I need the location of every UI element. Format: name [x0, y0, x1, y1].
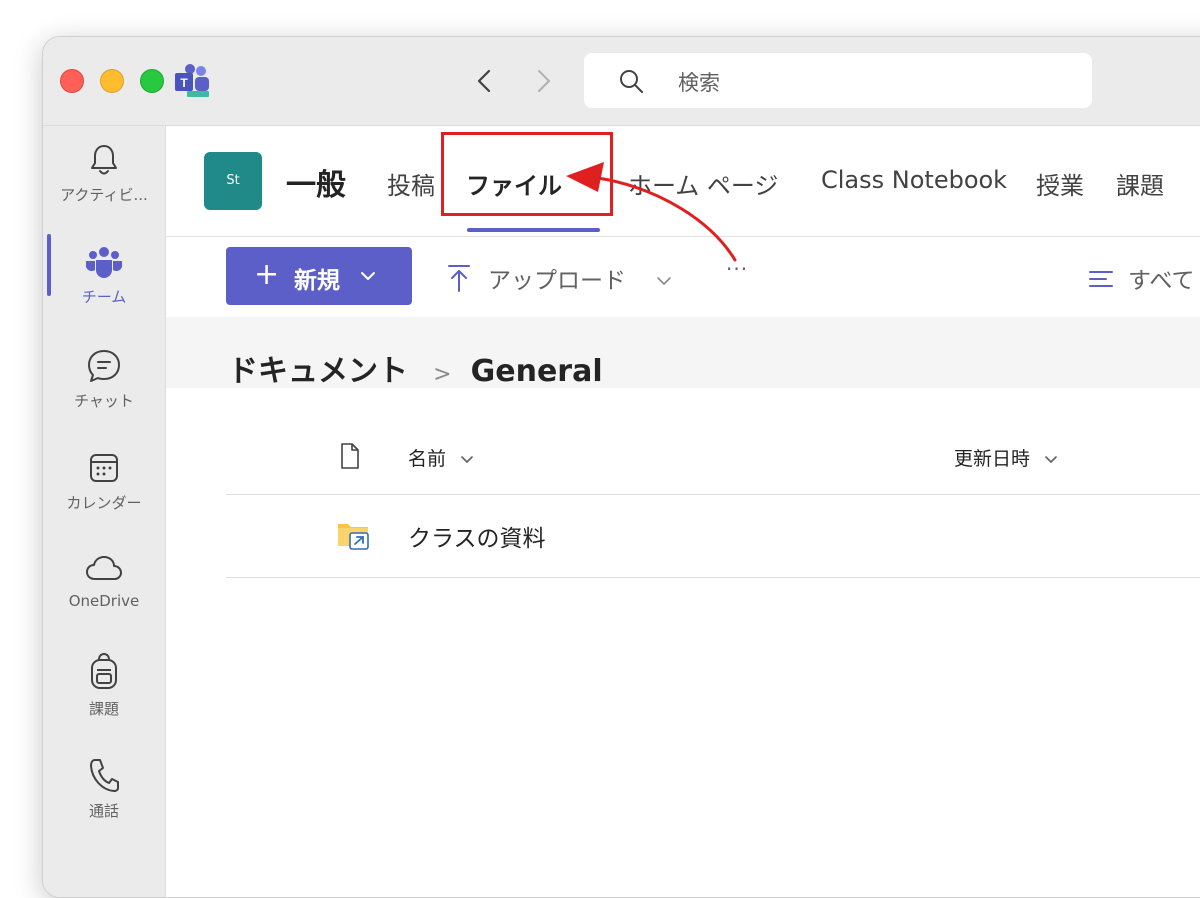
rail-item-label: 課題: [88, 700, 119, 718]
minimize-window-button[interactable]: [100, 69, 124, 93]
file-list-header: 名前 更新日時: [226, 428, 1200, 495]
breadcrumb-separator: >: [433, 362, 452, 387]
tab-posts[interactable]: 投稿: [387, 166, 435, 201]
forward-arrow-icon[interactable]: [529, 65, 557, 97]
teams-window: T 検索 アクティビ... チーム チャット カレンダー OneDrive 課題…: [42, 36, 1200, 898]
search-input[interactable]: 検索: [584, 53, 1092, 108]
search-placeholder: 検索: [678, 71, 720, 95]
breadcrumb: ドキュメント > General: [228, 346, 603, 389]
rail-item-label: アクティビ...: [60, 186, 148, 204]
annotation-highlight-box: [441, 132, 613, 216]
column-header-modified[interactable]: 更新日時: [954, 444, 1058, 471]
file-name[interactable]: クラスの資料: [408, 519, 546, 553]
chevron-down-icon: [657, 277, 671, 285]
column-header-name[interactable]: 名前: [408, 444, 474, 471]
calendar-icon: [90, 454, 118, 482]
document-icon: [341, 443, 359, 469]
main-content: St 一般 投稿 ファイル ホーム ページ Class Notebook 授業 …: [166, 126, 1200, 897]
search-icon: [620, 70, 643, 93]
breadcrumb-root-link[interactable]: ドキュメント: [228, 354, 408, 389]
channel-title: 一般: [286, 168, 346, 203]
rail-item-label: 通話: [88, 802, 119, 820]
table-row[interactable]: クラスの資料: [226, 495, 1200, 578]
new-button[interactable]: + 新規: [226, 247, 412, 305]
app-rail: アクティビ... チーム チャット カレンダー OneDrive 課題 通話: [43, 126, 166, 897]
shared-folder-icon: [338, 524, 369, 550]
tab-class-notebook[interactable]: Class Notebook: [821, 166, 1007, 194]
close-window-button[interactable]: [60, 69, 84, 93]
team-avatar[interactable]: St: [204, 152, 262, 210]
more-options-button[interactable]: ···: [726, 257, 748, 281]
backpack-icon: [91, 652, 117, 689]
cloud-icon: [86, 556, 122, 580]
zoom-window-button[interactable]: [140, 69, 164, 93]
rail-item-label: OneDrive: [68, 592, 140, 610]
tab-assignments[interactable]: 課題: [1116, 166, 1164, 201]
svg-text:T: T: [180, 76, 188, 90]
tab-home-page[interactable]: ホーム ページ: [628, 166, 778, 201]
rail-item-activity[interactable]: アクティビ...: [43, 142, 165, 238]
teams-icon: [86, 247, 122, 278]
chat-icon: [88, 350, 120, 382]
chevron-down-icon: [1045, 455, 1057, 463]
bell-icon: [91, 145, 117, 175]
new-button-label: 新規: [294, 268, 340, 294]
plus-icon: +: [254, 257, 280, 292]
upload-icon: [448, 265, 470, 292]
rail-item-assignments[interactable]: 課題: [43, 652, 165, 748]
rail-item-calls[interactable]: 通話: [43, 756, 165, 852]
tab-lessons[interactable]: 授業: [1036, 166, 1084, 201]
teams-logo-icon: T: [175, 64, 209, 97]
rail-item-onedrive[interactable]: OneDrive: [43, 552, 165, 648]
rail-item-label: カレンダー: [66, 494, 142, 512]
upload-button-label: アップロード: [488, 268, 626, 294]
breadcrumb-current: General: [470, 354, 603, 389]
column-header-modified-label: 更新日時: [954, 448, 1031, 470]
rail-item-chat[interactable]: チャット: [43, 348, 165, 444]
rail-item-calendar[interactable]: カレンダー: [43, 450, 165, 546]
filter-lines-icon: [1089, 271, 1113, 287]
channel-header: St 一般 投稿 ファイル ホーム ページ Class Notebook 授業 …: [166, 126, 1200, 237]
chevron-down-icon: [461, 455, 473, 463]
back-arrow-icon[interactable]: [471, 65, 499, 97]
rail-item-label: チーム: [81, 288, 127, 306]
title-bar: T 検索: [43, 37, 1200, 126]
active-tab-underline: [467, 228, 600, 232]
rail-item-teams[interactable]: チーム: [43, 246, 165, 342]
files-toolbar: + 新規 アップロード ··· すべて: [166, 237, 1200, 317]
chevron-down-icon: [361, 272, 375, 280]
view-filter-label: すべて: [1128, 268, 1195, 294]
rail-item-label: チャット: [74, 392, 134, 410]
phone-icon: [90, 759, 119, 792]
column-header-name-label: 名前: [408, 448, 447, 470]
